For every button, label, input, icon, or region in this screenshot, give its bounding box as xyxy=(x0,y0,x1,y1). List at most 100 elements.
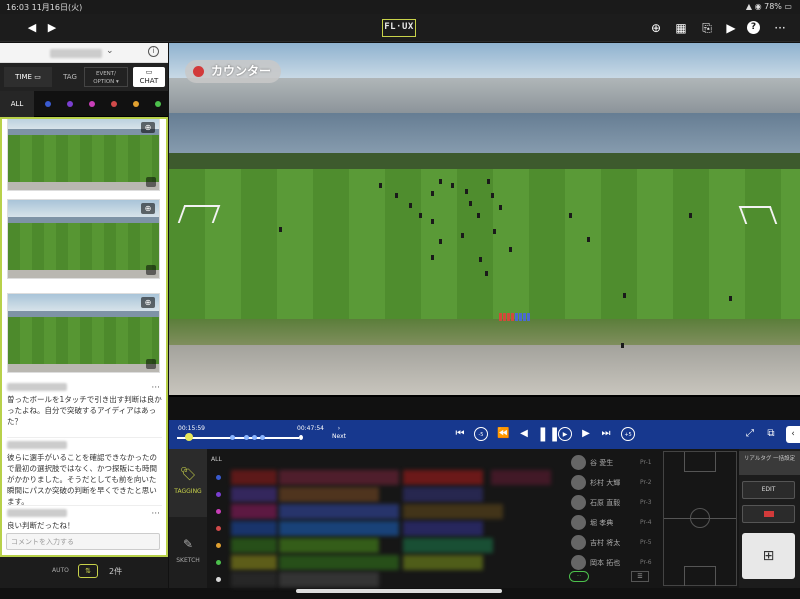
tag-button[interactable] xyxy=(231,504,277,519)
timeline-track[interactable]: 00:15:59 00:47:54 xyxy=(172,422,329,447)
tag-button[interactable] xyxy=(279,470,399,485)
zoom-icon[interactable]: ⊕ xyxy=(141,203,155,214)
tag-button[interactable] xyxy=(231,572,277,587)
tag-button[interactable] xyxy=(279,538,379,553)
filter-color-dot[interactable] xyxy=(155,101,161,107)
panel-toggle-button[interactable]: ‹ xyxy=(786,426,800,443)
skip-start-button[interactable]: ⏮ xyxy=(454,427,466,441)
filter-color-dot[interactable] xyxy=(45,101,51,107)
expand-icon[interactable] xyxy=(146,177,156,187)
play-button[interactable]: ▶ xyxy=(558,427,572,441)
filter-color-dot[interactable] xyxy=(111,101,117,107)
zoom-icon[interactable]: ⊕ xyxy=(648,20,664,36)
tab-tagging[interactable]: 🏷 TAGGING xyxy=(169,449,207,517)
player-settings-icon[interactable]: ☰ xyxy=(631,571,649,582)
sketch-thumbnail[interactable]: ⊕ xyxy=(7,199,160,279)
tag-button[interactable] xyxy=(279,504,399,519)
expand-icon[interactable] xyxy=(146,359,156,369)
tag-color-dot xyxy=(216,475,221,480)
next-button[interactable]: › Next xyxy=(332,425,346,441)
tag-button[interactable] xyxy=(279,555,399,570)
forward-5-button[interactable]: +5 xyxy=(621,427,635,441)
chat-comment[interactable]: 彼らに選手がいることを確認できなかったので最初の選択肢ではなく、かつ探販にも時間… xyxy=(7,437,162,507)
playhead[interactable] xyxy=(185,433,193,441)
record-button[interactable] xyxy=(742,505,795,523)
player-row[interactable]: 吉村 将太 Pr-5 xyxy=(565,534,663,553)
edit-button[interactable]: EDIT xyxy=(742,481,795,499)
fast-rewind-button[interactable]: ⏪ xyxy=(497,427,509,441)
end-time: 00:47:54 xyxy=(297,425,324,432)
more-icon[interactable]: ··· xyxy=(151,383,160,394)
cast-icon[interactable]: ⎘ xyxy=(699,20,715,36)
realtime-tag-button[interactable]: リアルタグ 一括設定 xyxy=(739,451,800,475)
mini-pitch[interactable] xyxy=(663,451,737,586)
filter-color-dot[interactable] xyxy=(89,101,95,107)
tag-button[interactable] xyxy=(403,487,483,502)
expand-icon[interactable] xyxy=(146,265,156,275)
back-button[interactable]: ◀ xyxy=(24,20,40,36)
more-icon[interactable]: ··· xyxy=(772,20,788,36)
tag-button[interactable] xyxy=(491,470,551,485)
tag-button[interactable] xyxy=(231,555,277,570)
video-player[interactable]: カウンター xyxy=(169,43,800,397)
tag-button[interactable] xyxy=(403,521,483,536)
tag-button[interactable] xyxy=(403,470,483,485)
mode-tag-button[interactable]: TAG xyxy=(58,67,82,87)
tag-button[interactable] xyxy=(231,538,277,553)
avatar xyxy=(571,495,586,510)
tag-button[interactable] xyxy=(403,538,493,553)
timeline-marker[interactable] xyxy=(260,435,265,440)
auto-scroll-toggle[interactable]: ⇅ xyxy=(78,564,98,578)
player-row[interactable]: 杉村 大輝 Pr-2 xyxy=(565,474,663,493)
tag-button[interactable] xyxy=(279,487,379,502)
tag-row[interactable] xyxy=(207,570,563,589)
step-back-button[interactable]: ◀ xyxy=(518,427,530,441)
add-clip-button[interactable]: ⊞ xyxy=(742,533,795,579)
player-filter-button[interactable]: ⋯ xyxy=(569,571,589,582)
help-icon[interactable]: ? xyxy=(747,21,760,34)
chat-comment[interactable]: ··· 曽ったボールを1タッチで引き出す判断は良かったよね。自分で突破するアイデ… xyxy=(7,383,162,427)
tag-button[interactable] xyxy=(231,470,277,485)
timeline-marker[interactable] xyxy=(244,435,249,440)
mode-event-button[interactable]: EVENT/ OPTION ▾ xyxy=(84,67,128,87)
field-player xyxy=(439,239,442,244)
tag-button[interactable] xyxy=(403,555,483,570)
player-name: 吉村 将太 xyxy=(590,539,621,547)
chat-list: ⊕ ⊕ ⊕ ··· 曽ったボールを1タッチで引き出す判断は良かったよね。自分で突… xyxy=(0,117,168,557)
player-row[interactable]: 谷 愛生 Pr-1 xyxy=(565,454,663,473)
step-forward-button[interactable]: ▶ xyxy=(580,427,592,441)
tab-sketch[interactable]: ✎ SKETCH xyxy=(169,519,207,587)
tag-button[interactable] xyxy=(403,504,503,519)
filter-color-dot[interactable] xyxy=(133,101,139,107)
more-icon[interactable]: ··· xyxy=(151,509,160,520)
timeline-marker[interactable] xyxy=(230,435,235,440)
calendar-icon[interactable]: ▦ xyxy=(673,20,689,36)
skip-end-button[interactable]: ⏭ xyxy=(600,427,612,441)
fullscreen-icon[interactable]: ⤢ xyxy=(744,427,756,441)
pip-icon[interactable]: ⧉ xyxy=(765,427,777,441)
filter-color-dot[interactable] xyxy=(67,101,73,107)
tag-button[interactable] xyxy=(279,572,379,587)
timeline-marker[interactable] xyxy=(252,435,257,440)
tag-button[interactable] xyxy=(231,521,277,536)
chat-comment[interactable]: ··· 良い判断だったね！ xyxy=(7,505,162,531)
player-row[interactable]: 堀 孝典 Pr-4 xyxy=(565,514,663,533)
sketch-thumbnail[interactable]: ⊕ xyxy=(7,293,160,373)
mode-chat-button[interactable]: ▭ CHAT xyxy=(133,67,165,87)
mode-time-button[interactable]: TIME ▭ xyxy=(4,67,52,87)
filter-all-button[interactable]: ALL xyxy=(0,91,34,117)
sketch-thumbnail[interactable]: ⊕ xyxy=(7,119,160,191)
comment-input[interactable]: コメントを入力する xyxy=(6,533,160,550)
pause-button[interactable]: ❚❚ xyxy=(537,427,560,441)
zoom-icon[interactable]: ⊕ xyxy=(141,122,155,133)
zoom-icon[interactable]: ⊕ xyxy=(141,297,155,308)
chevron-down-icon[interactable]: ⌄ xyxy=(106,46,114,56)
rewind-5-button[interactable]: -5 xyxy=(474,427,488,441)
top-bar: ◀ ▶ FL·UX ⊕ ▦ ⎘ ▶ ? ··· xyxy=(0,14,800,42)
player-row[interactable]: 石原 直毅 Pr-3 xyxy=(565,494,663,513)
tag-button[interactable] xyxy=(279,521,399,536)
play-list-icon[interactable]: ▶ xyxy=(723,20,739,36)
tag-button[interactable] xyxy=(231,487,277,502)
forward-button[interactable]: ▶ xyxy=(44,20,60,36)
info-icon[interactable]: i xyxy=(148,46,159,57)
